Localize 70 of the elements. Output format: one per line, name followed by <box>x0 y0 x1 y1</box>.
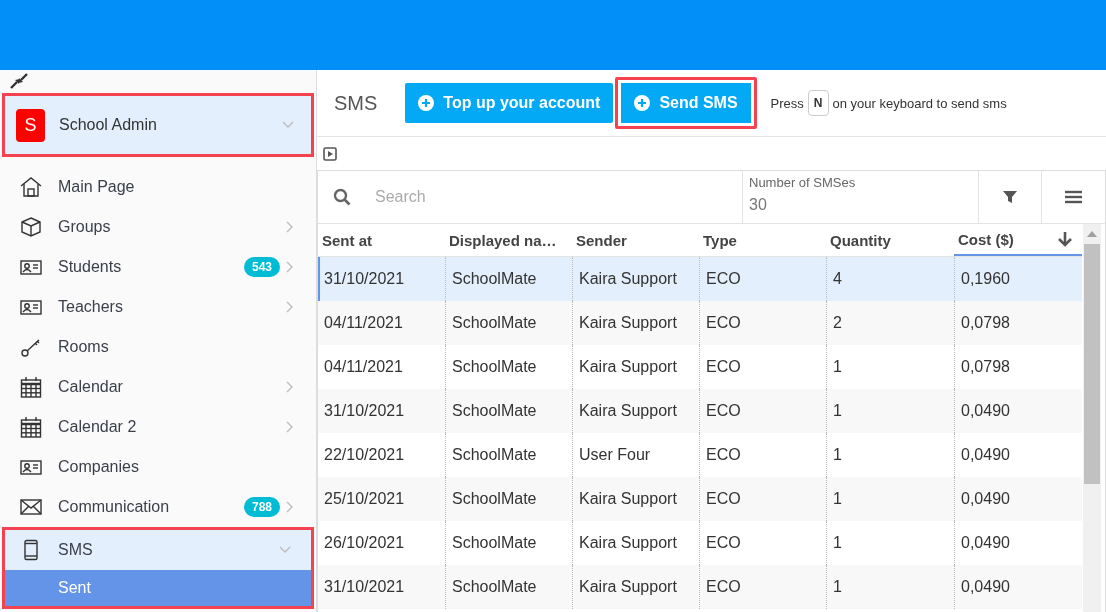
menu-item[interactable]: SMS <box>5 530 311 570</box>
menu-item-label: Companies <box>58 458 140 476</box>
table-cell: SchoolMate <box>445 565 572 609</box>
house-icon <box>20 176 42 198</box>
calendar-icon <box>20 416 42 438</box>
menu-item-label: Communication <box>58 498 171 516</box>
column-header[interactable]: Type <box>699 224 826 256</box>
page-title: SMS <box>334 91 378 115</box>
table-cell: Kaira Support <box>572 565 699 609</box>
table-cell: ECO <box>699 565 826 609</box>
plus-circle-icon <box>634 95 651 111</box>
menu-item-label: Groups <box>58 218 112 236</box>
column-header[interactable]: Displayed na… <box>445 224 572 256</box>
field-label: Number of SMSes <box>749 175 857 190</box>
table-cell-text: 26/10/2021 <box>323 533 406 553</box>
table-row[interactable]: 31/10/2021 SchoolMate Kaira Support ECO 1 0,0490 <box>318 565 1082 609</box>
sort-descending-icon <box>1058 231 1072 247</box>
account-avatar: S <box>16 108 45 142</box>
table-cell-text: 31/10/2021 <box>323 577 406 597</box>
table-row[interactable]: 31/10/2021 SchoolMate Kaira Support ECO 4 0,1960 <box>318 257 1082 301</box>
menu-item-label: Main Page <box>58 178 136 196</box>
menu-icon <box>1065 190 1082 204</box>
hint-text: on your keyboard to send sms <box>832 95 1007 111</box>
table-cell-text: 04/11/2021 <box>323 313 404 333</box>
menu-item[interactable]: Companies <box>2 447 314 487</box>
menu-item-label: SMS <box>58 541 94 559</box>
menu-item[interactable]: Communication 788 <box>2 487 314 527</box>
menu-item[interactable]: Teachers <box>2 287 314 327</box>
hint-text: Press <box>770 95 804 111</box>
menu-item[interactable]: Main Page <box>2 167 314 207</box>
table-cell-text: 25/10/2021 <box>323 489 406 509</box>
menu-item[interactable]: Students 543 <box>2 247 314 287</box>
keyboard-key: N <box>807 90 829 116</box>
scrollbar[interactable] <box>1083 224 1101 612</box>
table-cell: 0,0490 <box>954 565 1082 609</box>
search-icon <box>333 188 351 206</box>
menu-item[interactable]: Groups <box>2 207 314 247</box>
table-cell-text: 31/10/2021 <box>323 269 406 289</box>
play-square-icon[interactable] <box>323 146 337 161</box>
collapse-icon[interactable] <box>9 72 29 90</box>
menu-item[interactable]: Rooms <box>2 327 314 367</box>
menu-item-label: Calendar <box>58 378 124 396</box>
key-icon <box>20 336 42 358</box>
table-row[interactable]: 31/10/2021 SchoolMate Kaira Support ECO 1 0,0490 <box>318 389 1082 433</box>
table-row[interactable]: 04/11/2021 SchoolMate Kaira Support ECO 2 0,0798 <box>318 301 1082 345</box>
filter-icon <box>1003 190 1017 204</box>
field-value: 30 <box>749 196 768 214</box>
account-selector[interactable]: S School Admin <box>2 93 314 157</box>
table-cell-text: 22/10/2021 <box>323 445 406 465</box>
menu-item[interactable]: Calendar <box>2 367 314 407</box>
calendar-icon <box>20 376 42 398</box>
column-header[interactable]: Quantity <box>826 224 954 256</box>
menu-item-label: Calendar 2 <box>58 418 138 436</box>
chevron-down-icon <box>282 121 294 129</box>
count-badge: 543 <box>243 257 280 277</box>
table-row[interactable]: 25/10/2021 SchoolMate Kaira Support ECO 1 0,0490 <box>318 477 1082 521</box>
menu-item-label: Teachers <box>58 298 124 316</box>
table-cell: 1 <box>826 565 954 609</box>
box-icon <box>20 216 42 238</box>
column-header[interactable]: Sent at <box>318 224 445 256</box>
column-header[interactable]: Sender <box>572 224 699 256</box>
table-cell-text: 31/10/2021 <box>323 401 406 421</box>
menu-item-label: Rooms <box>58 338 110 356</box>
account-name: School Admin <box>59 116 158 134</box>
menu-item-label: Students <box>58 258 123 276</box>
envelope-icon <box>20 496 42 518</box>
table-cell-text: 04/11/2021 <box>323 357 404 377</box>
menu-item[interactable]: Calendar 2 <box>2 407 314 447</box>
count-badge: 788 <box>243 497 280 517</box>
plus-circle-icon <box>418 95 435 111</box>
